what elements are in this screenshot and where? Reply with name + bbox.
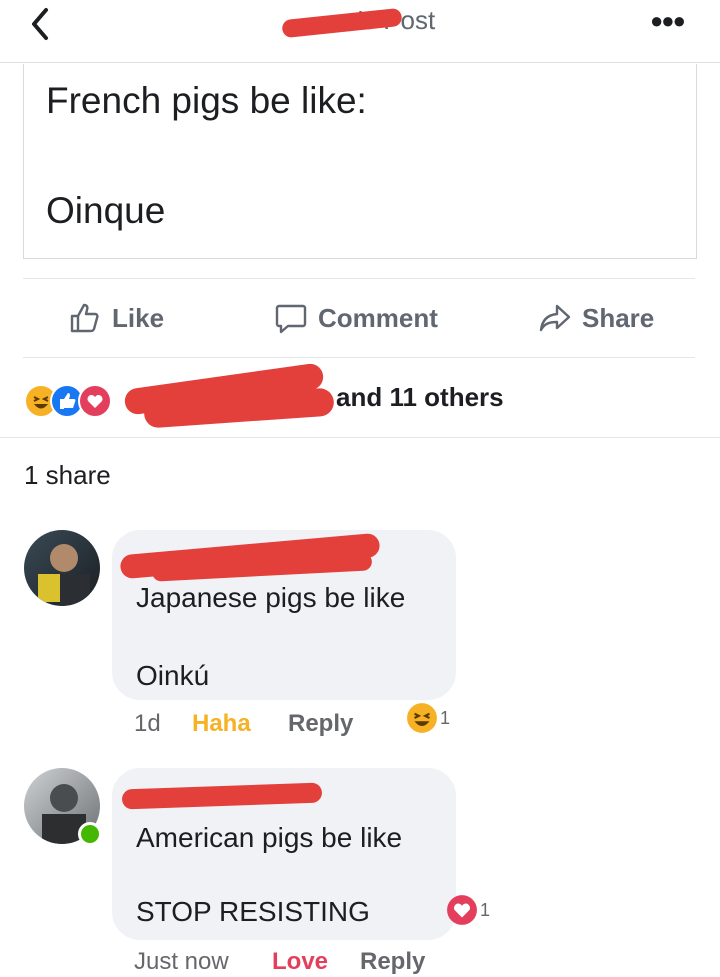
- comment-text-line1: American pigs be like: [136, 822, 403, 853]
- reaction-count-number: 1: [480, 899, 491, 920]
- comment-love-button[interactable]: Love: [272, 948, 328, 976]
- comment-label: Comment: [318, 302, 438, 333]
- share-label: Share: [582, 302, 655, 333]
- comment-reply-button[interactable]: Reply: [288, 710, 353, 738]
- love-reaction-icon: [78, 384, 112, 418]
- like-label: Like: [112, 302, 165, 333]
- comment-reply-button[interactable]: Reply: [360, 948, 425, 976]
- comment-timestamp: Just now: [134, 948, 229, 975]
- comment-reaction-count[interactable]: 1: [406, 702, 450, 734]
- page-title: 's Post: [240, 2, 480, 39]
- reaction-count-number: 1: [440, 707, 451, 728]
- online-status-dot: [78, 822, 102, 846]
- comment-text-line1: Japanese pigs be like: [136, 582, 406, 613]
- comment-reaction-count[interactable]: 1: [446, 894, 490, 926]
- back-arrow-icon[interactable]: [20, 4, 60, 44]
- comment-text-line2: Oinkú: [136, 660, 210, 691]
- like-button[interactable]: Like: [68, 300, 164, 336]
- share-arrow-icon: [539, 304, 571, 332]
- comment-bubble-icon: [275, 304, 307, 334]
- comment-button[interactable]: Comment: [274, 300, 438, 336]
- reactions-summary[interactable]: and 11 others: [24, 362, 704, 429]
- divider: [0, 437, 720, 438]
- thumbs-up-icon: [70, 303, 99, 333]
- comment-timestamp: 1d: [134, 710, 161, 737]
- post-text-line1: French pigs be like:: [46, 80, 367, 121]
- love-reaction-icon: [447, 895, 477, 925]
- haha-reaction-icon: [407, 703, 437, 733]
- comment-bubble: American pigs be like STOP RESISTING: [112, 768, 456, 940]
- share-count[interactable]: 1 share: [24, 460, 111, 491]
- reactions-summary-text: and 11 others: [336, 382, 504, 412]
- comment-haha-button[interactable]: Haha: [192, 710, 251, 738]
- share-button[interactable]: Share: [538, 300, 654, 336]
- post-text-line2: Oinque: [46, 190, 166, 231]
- more-options-icon[interactable]: ●●●: [650, 8, 690, 33]
- redaction-mark: [121, 782, 323, 810]
- commenter-avatar[interactable]: [24, 530, 100, 606]
- comment-bubble: Japanese pigs be like Oinkú: [112, 530, 456, 700]
- comment-text-line2: STOP RESISTING: [136, 896, 370, 927]
